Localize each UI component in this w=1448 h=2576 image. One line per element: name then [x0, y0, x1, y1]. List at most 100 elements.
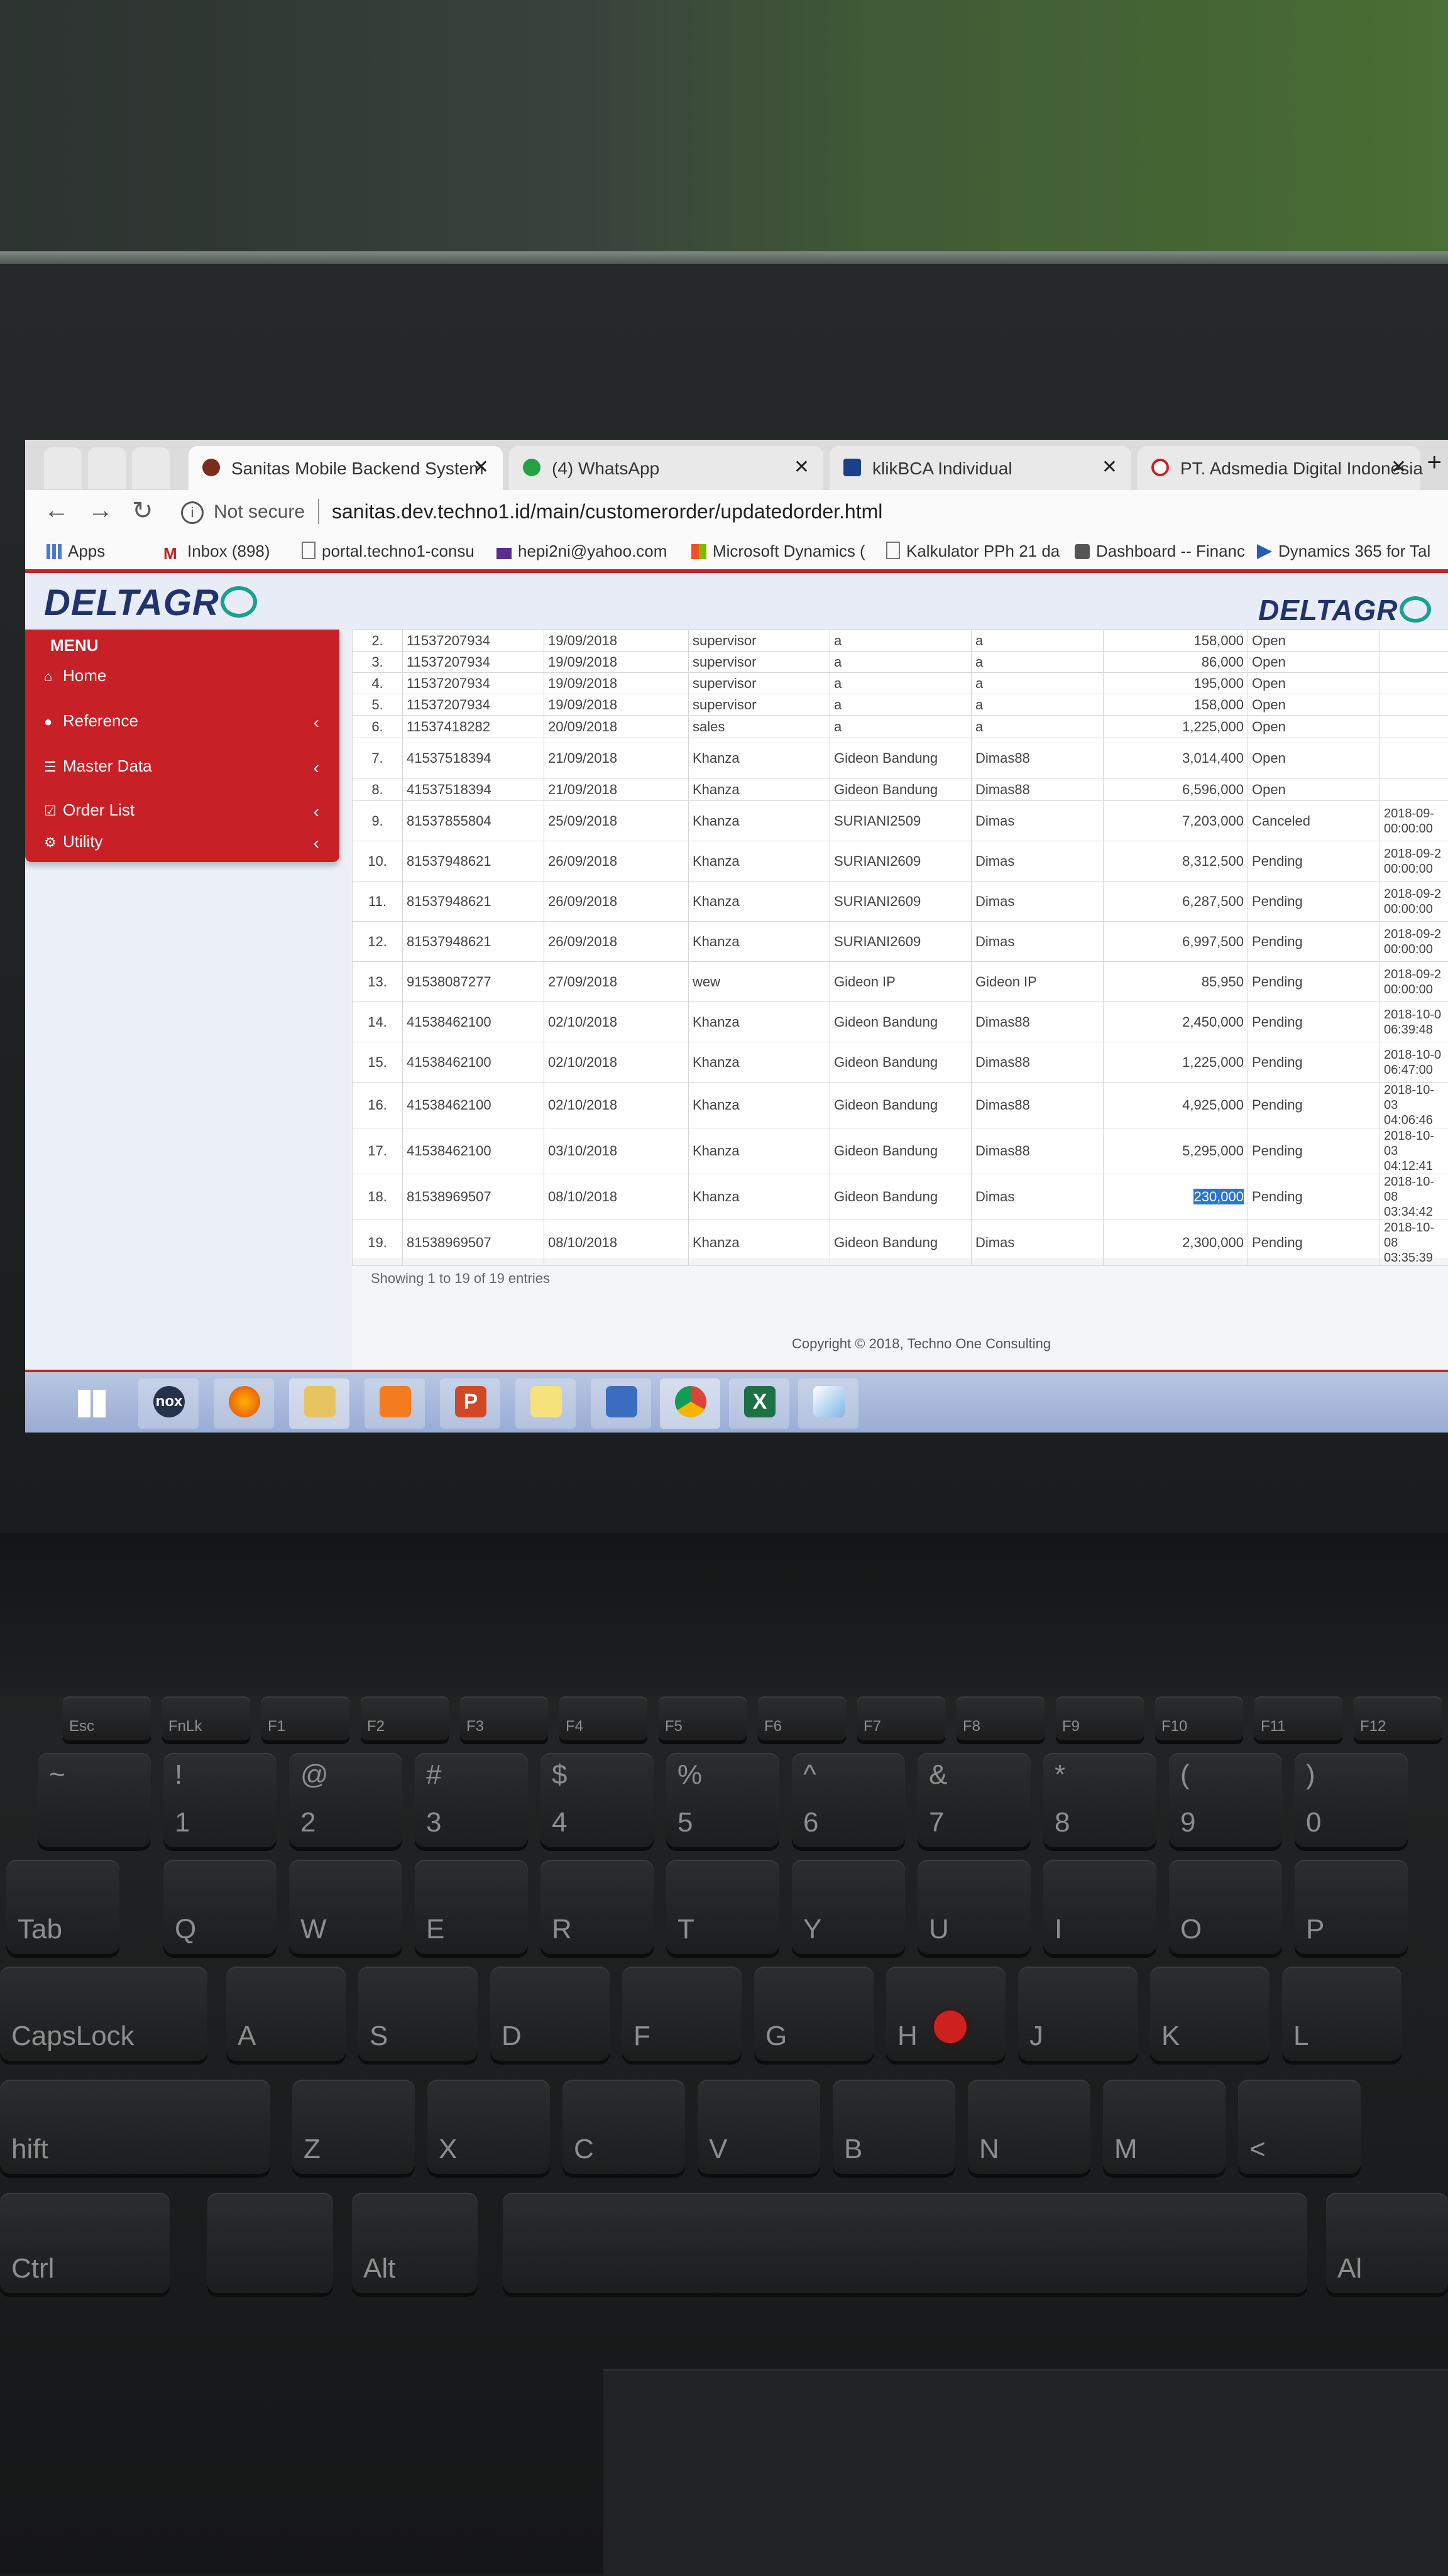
url-field[interactable]: sanitas.dev.techno1.id/main/customerorde… — [332, 500, 882, 523]
key-letter[interactable]: I — [1043, 1860, 1156, 1954]
key-fn[interactable]: F7 — [857, 1696, 945, 1740]
key-letter[interactable]: C — [562, 2080, 685, 2174]
back-icon[interactable]: ← — [44, 496, 69, 525]
bookmark-dashboard[interactable]: Dashboard -- Financ — [1075, 542, 1245, 561]
sidebar-item-home[interactable]: ⌂Home — [44, 666, 327, 701]
tab-klikbca[interactable]: klikBCA Individual ✕ — [830, 446, 1131, 490]
key-letter[interactable]: X — [427, 2080, 550, 2174]
key-letter[interactable]: Tab — [6, 1860, 119, 1954]
key-fn[interactable]: Esc — [63, 1696, 151, 1740]
key-letter[interactable]: Z — [292, 2080, 415, 2174]
new-tab-icon[interactable]: + — [1427, 449, 1442, 477]
touchpad[interactable] — [603, 2369, 1448, 2576]
taskbar-firefox[interactable] — [214, 1378, 274, 1429]
key-letter[interactable]: G — [754, 1967, 874, 2061]
reload-icon[interactable]: ↻ — [132, 496, 153, 525]
table-row[interactable]: 9.8153785580425/09/2018KhanzaSURIANI2509… — [353, 801, 1448, 841]
key-letter[interactable]: E — [415, 1860, 528, 1954]
key-letter[interactable]: O — [1169, 1860, 1282, 1954]
key-letter[interactable]: R — [540, 1860, 654, 1954]
close-icon[interactable]: ✕ — [794, 456, 809, 478]
taskbar-remote-desktop[interactable] — [591, 1378, 651, 1429]
table-row[interactable]: 12.8153794862126/09/2018KhanzaSURIANI260… — [353, 922, 1448, 962]
key-number[interactable]: 3# — [415, 1753, 528, 1847]
table-row[interactable]: 16.4153846210002/10/2018KhanzaGideon Ban… — [353, 1083, 1448, 1128]
taskbar-xampp[interactable] — [365, 1378, 425, 1429]
not-secure-label[interactable]: Not secure — [214, 501, 305, 523]
key-letter[interactable]: T — [666, 1860, 779, 1954]
key-letter[interactable]: V — [698, 2080, 820, 2174]
table-row[interactable]: 4.1153720793419/09/2018supervisoraa195,0… — [353, 673, 1448, 694]
key-letter[interactable]: M — [1103, 2080, 1226, 2174]
key-letter[interactable]: K — [1150, 1967, 1270, 2061]
key-fn[interactable]: F9 — [1056, 1696, 1144, 1740]
key-modifier[interactable]: Al — [1326, 2193, 1448, 2293]
table-row[interactable]: 11.8153794862126/09/2018KhanzaSURIANI260… — [353, 881, 1448, 922]
tab-adsmedia[interactable]: PT. Adsmedia Digital Indonesia ✕ — [1138, 446, 1420, 490]
key-modifier[interactable]: Alt — [352, 2193, 478, 2293]
table-row[interactable]: 14.4153846210002/10/2018KhanzaGideon Ban… — [353, 1002, 1448, 1042]
table-row[interactable]: 17.4153846210003/10/2018KhanzaGideon Ban… — [353, 1128, 1448, 1174]
key-fn[interactable]: F3 — [460, 1696, 548, 1740]
taskbar-powerpoint[interactable]: P — [440, 1378, 500, 1429]
key-fn[interactable]: F6 — [758, 1696, 846, 1740]
table-row[interactable]: 19.8153896950708/10/2018KhanzaGideon Ban… — [353, 1220, 1448, 1266]
key-letter[interactable]: W — [289, 1860, 402, 1954]
key-letter[interactable]: S — [358, 1967, 478, 2061]
close-icon[interactable]: ✕ — [473, 456, 489, 478]
key-number[interactable]: 9( — [1169, 1753, 1282, 1847]
tab-sanitas[interactable]: Sanitas Mobile Backend System ✕ — [189, 446, 503, 490]
bookmark-dynamics-365[interactable]: Dynamics 365 for Tal — [1257, 542, 1430, 561]
bookmark-kalkulator[interactable]: Kalkulator PPh 21 da — [886, 542, 1060, 561]
table-row[interactable]: 5.1153720793419/09/2018supervisoraa158,0… — [353, 694, 1448, 716]
key-modifier[interactable]: Ctrl — [0, 2193, 170, 2293]
bookmark-yahoo-mail[interactable]: hepi2ni@yahoo.com — [496, 542, 667, 561]
bookmark-ms-dynamics[interactable]: Microsoft Dynamics ( — [691, 542, 865, 561]
taskbar-chrome[interactable] — [660, 1378, 720, 1429]
table-row[interactable]: 13.9153808727727/09/2018wewGideon IPGide… — [353, 962, 1448, 1002]
taskbar-nox[interactable]: nox — [138, 1378, 199, 1429]
key-fn[interactable]: FnLk — [162, 1696, 250, 1740]
table-row[interactable]: 6.1153741828220/09/2018salesaa1,225,000O… — [353, 716, 1448, 738]
key-letter[interactable]: F — [622, 1967, 742, 2061]
key-letter[interactable]: N — [968, 2080, 1090, 2174]
key-number[interactable]: 8* — [1043, 1753, 1156, 1847]
table-row[interactable]: 3.1153720793419/09/2018supervisoraa86,00… — [353, 652, 1448, 673]
key-fn[interactable]: F12 — [1354, 1696, 1442, 1740]
tab-whatsapp[interactable]: (4) WhatsApp ✕ — [509, 446, 823, 490]
table-row[interactable]: 8.4153751839421/09/2018KhanzaGideon Band… — [353, 778, 1448, 801]
key-fn[interactable]: F10 — [1155, 1696, 1243, 1740]
key-number[interactable]: ~ — [38, 1753, 151, 1847]
trackpoint[interactable] — [934, 2011, 967, 2043]
key-fn[interactable]: F4 — [559, 1696, 647, 1740]
bookmark-portal[interactable]: portal.techno1-consu — [302, 542, 474, 561]
key-letter[interactable]: P — [1295, 1860, 1408, 1954]
table-row[interactable]: 2.1153720793419/09/2018supervisoraa158,0… — [353, 630, 1448, 652]
sidebar-item-reference[interactable]: ●Reference‹ — [44, 711, 327, 746]
key-fn[interactable]: F1 — [261, 1696, 349, 1740]
key-modifier[interactable] — [207, 2193, 333, 2293]
key-number[interactable]: 6^ — [792, 1753, 905, 1847]
windows-start-button[interactable] — [63, 1378, 123, 1429]
key-letter[interactable]: Q — [163, 1860, 277, 1954]
key-letter[interactable]: A — [226, 1967, 346, 2061]
sidebar-item-master-data[interactable]: ☰Master Data‹ — [44, 756, 327, 792]
taskbar-file-explorer[interactable] — [289, 1378, 349, 1429]
pinned-tab-opera[interactable] — [44, 447, 82, 489]
key-number[interactable]: 7& — [918, 1753, 1031, 1847]
sidebar-item-utility[interactable]: ⚙Utility‹ — [44, 832, 327, 867]
info-icon[interactable]: i — [181, 501, 204, 524]
key-fn[interactable]: F2 — [361, 1696, 449, 1740]
taskbar-paint[interactable] — [798, 1378, 858, 1429]
key-letter[interactable]: Y — [792, 1860, 905, 1954]
key-letter[interactable]: B — [833, 2080, 955, 2174]
bookmark-inbox[interactable]: MInbox (898) — [163, 542, 270, 561]
taskbar-notes[interactable] — [515, 1378, 576, 1429]
key-fn[interactable]: F8 — [957, 1696, 1045, 1740]
forward-icon[interactable]: → — [88, 496, 113, 525]
pinned-tab-app[interactable] — [88, 447, 126, 489]
pinned-tab-blogger[interactable] — [132, 447, 170, 489]
key-number[interactable]: 4$ — [540, 1753, 654, 1847]
table-row[interactable]: 15.4153846210002/10/2018KhanzaGideon Ban… — [353, 1042, 1448, 1083]
key-letter[interactable]: CapsLock — [0, 1967, 207, 2061]
